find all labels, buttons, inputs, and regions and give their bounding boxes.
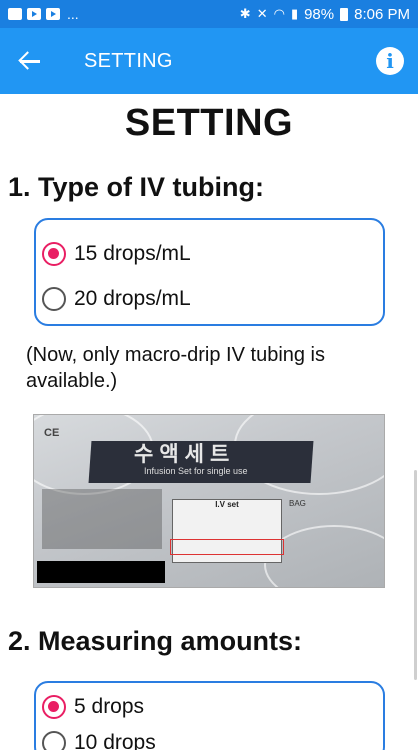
bluetooth-icon: ✱ [239,6,251,21]
radio-option-5-drops[interactable]: 5 drops [42,695,144,719]
radio-label: 5 drops [74,695,145,718]
radio-label: 10 drops [74,731,156,750]
radio-option-15-drops[interactable]: 15 drops/mL [42,242,191,266]
measuring-radio-group: 5 drops 10 drops [34,681,385,750]
page-title: SETTING [124,102,294,144]
redacted-area [37,561,165,583]
youtube-icon [46,8,60,20]
radio-label: 20 drops/mL [74,287,191,310]
battery-percent: 98% [304,5,335,23]
tubing-note: (Now, only macro-drip IV tubing is avail… [26,344,326,392]
package-title-english: Infusion Set for single use [144,466,248,476]
scrollbar[interactable] [414,470,417,680]
package-table-title: I.V set [215,500,239,509]
app-bar: SETTING i [0,28,418,94]
mute-icon: ✕ [256,6,268,21]
iv-set-package-photo: CE 수액세트 Infusion Set for single use I.V … [33,414,385,588]
radio-option-20-drops[interactable]: 20 drops/mL [42,287,191,311]
radio-option-10-drops[interactable]: 10 drops [42,731,156,750]
arrow-left-icon[interactable] [18,48,44,74]
app-bar-title: SETTING [84,49,173,72]
radio-selected-icon[interactable] [42,695,66,719]
info-icon[interactable]: i [376,47,404,75]
package-title-korean: 수액세트 [134,443,236,466]
section-title-measuring-amounts: 2. Measuring amounts: [8,626,303,656]
system-icons: ✱ ✕ ◠ ▮ 98% 8:06 PM [240,6,410,23]
section-title-iv-tubing: 1. Type of IV tubing: [8,172,264,202]
drops-highlight-box [170,539,284,555]
radio-label: 15 drops/mL [74,242,191,265]
battery-icon [340,7,349,21]
ce-mark: CE [44,427,60,439]
notification-icons: ... [8,6,79,22]
gallery-icon [8,8,22,20]
youtube-icon [27,8,41,20]
iv-tubing-radio-group: 15 drops/mL 20 drops/mL [34,218,385,326]
more-notifications: ... [67,6,79,22]
status-bar: ... ✱ ✕ ◠ ▮ 98% 8:06 PM [0,0,418,28]
package-label-area [42,489,162,549]
radio-selected-icon[interactable] [42,242,66,266]
radio-unselected-icon[interactable] [42,287,66,311]
package-bag-label: BAG [289,499,306,508]
clock: 8:06 PM [354,5,410,23]
radio-unselected-icon[interactable] [42,731,66,750]
signal-icon: ▮ [290,6,299,21]
wifi-icon: ◠ [273,6,285,21]
